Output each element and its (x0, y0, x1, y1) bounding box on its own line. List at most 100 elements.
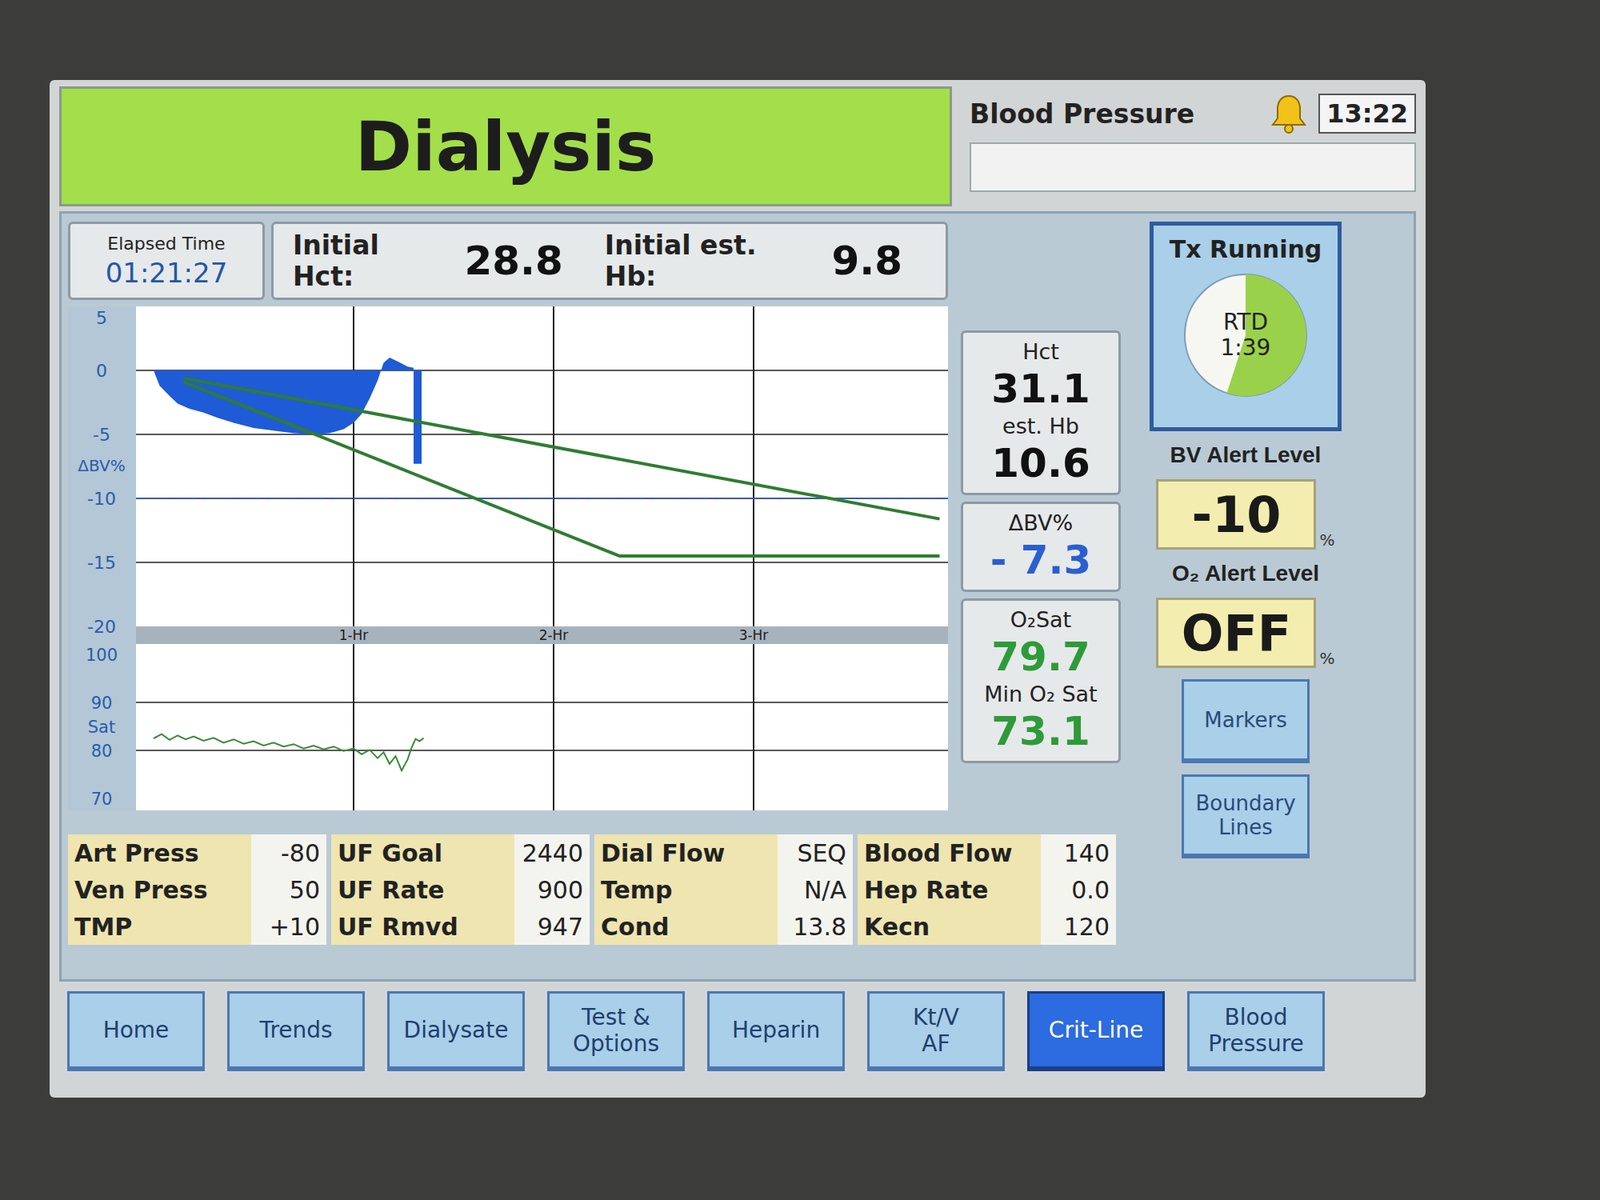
bv-value: - 7.3 (990, 536, 1092, 584)
bv-tick: -15 (87, 552, 116, 573)
side-button[interactable]: BoundaryLines (1181, 774, 1310, 859)
sat-tick: 100 (85, 645, 118, 665)
elapsed-value: 01:21:27 (105, 256, 228, 289)
parameter-label: UF Rate (331, 871, 515, 908)
parameter-group: UF Goal2440UF Rate900UF Rmvd947 (331, 834, 590, 945)
parameter-value[interactable]: +10 (251, 908, 327, 945)
tab[interactable]: Trends (227, 991, 365, 1072)
bv-tick: -20 (87, 616, 116, 637)
initial-hct-label: Initial Hct: (292, 229, 447, 292)
bv-tick: 0 (96, 360, 108, 381)
tab[interactable]: BloodPressure (1187, 991, 1325, 1072)
o2-value: 79.7 (991, 633, 1090, 680)
tab[interactable]: Home (67, 991, 205, 1072)
bv-alert-field[interactable]: -10 (1156, 479, 1316, 550)
parameter-value[interactable]: SEQ (777, 834, 853, 872)
alarm-bell-icon[interactable] (1270, 92, 1308, 135)
blood-pressure-field (969, 142, 1416, 192)
parameter-label: UF Rmvd (331, 908, 515, 945)
tab-label: Dialysate (404, 1016, 509, 1044)
bv-readout: ΔBV%- 7.3 (960, 501, 1121, 592)
hct-value: 31.1 (991, 365, 1090, 412)
tab[interactable]: Test &Options (547, 991, 685, 1072)
bv-alert-label: BV Alert Level (1170, 442, 1322, 468)
parameter-label: Dial Flow (594, 834, 778, 872)
hct-readout: Hct31.1est. Hb10.6 (960, 330, 1121, 496)
tab-label: Kt/V (912, 1004, 960, 1031)
tab[interactable]: Dialysate (387, 991, 525, 1072)
hb-label: est. Hb (1002, 413, 1080, 439)
o2-alert-field[interactable]: OFF (1156, 597, 1316, 668)
min-o2-label: Min O₂ Sat (984, 681, 1097, 707)
tab-label: Trends (259, 1016, 332, 1044)
side-button[interactable]: Markers (1181, 679, 1310, 764)
initial-hct-value: 28.8 (464, 237, 563, 284)
boundary-line (184, 378, 940, 520)
tab-label: Home (103, 1016, 170, 1044)
tab-label: Blood (1224, 1004, 1288, 1031)
sat-tick: 90 (91, 693, 113, 713)
elapsed-time: Elapsed Time01:21:27 (68, 221, 265, 300)
hour-tick: 3-Hr (739, 627, 769, 644)
initial-hb-value: 9.8 (831, 237, 903, 284)
parameter-label: Temp (594, 871, 778, 908)
parameter-label: Kecn (857, 908, 1041, 945)
parameter-group: Blood Flow140Hep Rate0.0Kecn120 (857, 834, 1116, 945)
tab[interactable]: Heparin (707, 991, 845, 1072)
parameter-label: Art Press (68, 834, 252, 872)
rtd-value: 1:39 (1220, 335, 1272, 361)
sat-axis-title: Sat (88, 717, 116, 737)
button-label: Boundary (1195, 791, 1296, 816)
o2-readout: O₂Sat79.7Min O₂ Sat73.1 (960, 598, 1121, 764)
tab-label: Pressure (1208, 1030, 1304, 1057)
tab-label: Test & (581, 1004, 651, 1031)
parameter-value[interactable]: 947 (514, 908, 590, 945)
parameter-value[interactable]: 140 (1040, 834, 1116, 872)
parameter-value[interactable]: 0.0 (1040, 871, 1116, 908)
sat-plot (136, 644, 948, 811)
parameter-group: Dial FlowSEQTempN/ACond13.8 (594, 834, 853, 945)
parameter-label: TMP (68, 908, 252, 945)
tab[interactable]: Kt/VAF (867, 991, 1005, 1072)
initial-hb-label: Initial est. Hb: (604, 229, 815, 292)
tab-label: Crit-Line (1048, 1016, 1144, 1044)
tab-label: Options (572, 1030, 660, 1057)
parameter-label: Cond (594, 908, 778, 945)
parameter-label: UF Goal (331, 834, 515, 872)
bv-label: ΔBV% (1008, 510, 1073, 536)
clock: 13:22 (1318, 93, 1416, 134)
tab-bar: Home Trends Dialysate Test &Options Heparin K… (59, 986, 1416, 1090)
hb-value: 10.6 (991, 440, 1090, 487)
bv-plot (136, 306, 948, 627)
bv-trace (153, 357, 422, 464)
o2-alert-label: O₂ Alert Level (1172, 560, 1320, 587)
bv-alert-unit: % (1319, 530, 1335, 550)
parameter-value[interactable]: -80 (251, 834, 327, 872)
button-label: Lines (1218, 815, 1273, 840)
bv-tick: 5 (96, 308, 108, 328)
parameter-value[interactable]: 50 (251, 871, 327, 908)
parameter-label: Hep Rate (857, 871, 1041, 908)
treatment-status: Tx RunningRTD1:39 (1149, 221, 1342, 432)
hour-tick: 1-Hr (339, 627, 369, 644)
mode-title: Dialysis (355, 106, 656, 187)
tab-label: Heparin (732, 1016, 820, 1044)
hct-label: Hct (1022, 339, 1060, 364)
parameter-table: Art Press-80Ven Press50TMP+10UF Goal2440… (68, 834, 1116, 945)
parameter-value[interactable]: 120 (1040, 908, 1116, 945)
parameter-value[interactable]: 13.8 (777, 908, 853, 945)
elapsed-label: Elapsed Time (107, 233, 225, 254)
tab[interactable]: Crit-Line (1027, 991, 1165, 1072)
o2-label: O₂Sat (1010, 607, 1072, 632)
blood-pressure-label: Blood Pressure (969, 98, 1260, 130)
bv-tick: -10 (87, 488, 116, 509)
parameter-value[interactable]: N/A (777, 871, 853, 908)
mode-banner: Dialysis (59, 86, 952, 207)
initial-values: Initial Hct: 28.8 Initial est. Hb: 9.8 (271, 221, 948, 300)
button-label: Markers (1204, 708, 1287, 732)
parameter-value[interactable]: 2440 (514, 834, 590, 872)
crit-line-chart: 50-5-10-15-20ΔBV%100908070Sat1-Hr2-Hr3-H… (68, 306, 948, 811)
o2-alert-unit: % (1319, 648, 1335, 668)
dialysis-screen: DialysisBlood Pressure13:22Elapsed Time0… (49, 80, 1426, 1098)
parameter-value[interactable]: 900 (514, 871, 590, 908)
